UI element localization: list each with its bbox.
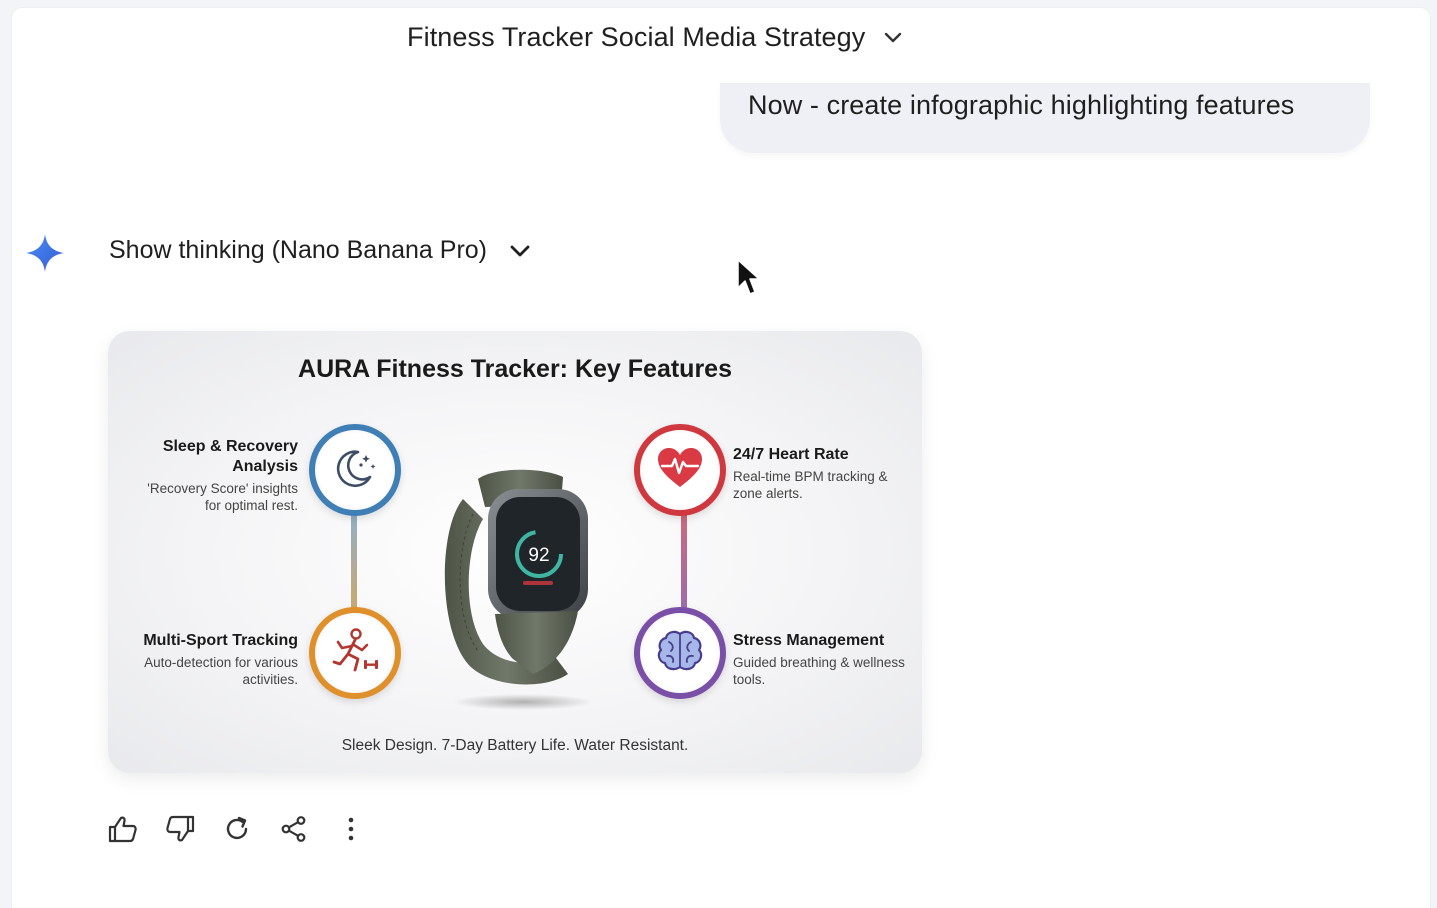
show-thinking-label: Show thinking (Nano Banana Pro)	[109, 236, 488, 264]
share-icon	[280, 815, 308, 848]
runner-icon	[328, 626, 382, 681]
chat-title-dropdown[interactable]: Fitness Tracker Social Media Strategy	[407, 22, 903, 53]
chevron-down-icon	[509, 236, 531, 265]
heart-feature-text: 24/7 Heart Rate Real-time BPM tracking &…	[733, 445, 903, 502]
gemini-spark-icon	[24, 232, 66, 279]
infographic-footer-text: Sleek Design. 7-Day Battery Life. Water …	[341, 737, 689, 754]
sport-feature-circle	[309, 607, 401, 699]
chat-window: Fitness Tracker Social Media Strategy No…	[12, 8, 1430, 908]
response-actions	[108, 814, 366, 848]
infographic-title: AURA Fitness Tracker: Key Features	[298, 355, 732, 383]
brain-icon	[655, 628, 705, 679]
share-button[interactable]	[279, 814, 309, 848]
user-message-text: Now - create infographic highlighting fe…	[748, 90, 1295, 120]
show-thinking-toggle[interactable]: Show thinking (Nano Banana Pro)	[109, 236, 531, 265]
watch-screen-reading: 92	[528, 545, 549, 566]
moon-stars-icon	[330, 443, 380, 498]
generated-infographic-image[interactable]: AURA Fitness Tracker: Key Features Sleep…	[108, 331, 922, 773]
regenerate-button[interactable]	[222, 814, 252, 848]
chevron-down-icon	[883, 31, 903, 45]
heart-pulse-icon	[654, 444, 706, 497]
sleep-feature-text: Sleep & Recovery Analysis 'Recovery Scor…	[130, 437, 298, 514]
thumbs-up-icon	[108, 815, 138, 848]
user-message-bubble: Now - create infographic highlighting fe…	[720, 83, 1370, 153]
stress-feature-desc: Guided breathing & wellness tools.	[733, 655, 905, 687]
fitness-tracker-watch-image: 92	[433, 459, 603, 724]
heart-feature-circle	[634, 424, 726, 516]
sleep-feature-desc: 'Recovery Score' insights for optimal re…	[147, 481, 298, 513]
refresh-icon	[223, 815, 251, 848]
sport-feature-desc: Auto-detection for various activities.	[144, 655, 298, 687]
sleep-feature-circle	[309, 424, 401, 516]
sleep-feature-title: Sleep & Recovery Analysis	[162, 438, 298, 475]
sport-feature-title: Multi-Sport Tracking	[143, 632, 298, 649]
thumbs-down-icon	[165, 815, 195, 848]
mouse-cursor-icon	[736, 258, 762, 303]
heart-feature-desc: Real-time BPM tracking & zone alerts.	[733, 469, 888, 501]
stress-feature-title: Stress Management	[733, 632, 885, 649]
stress-feature-circle	[634, 607, 726, 699]
more-vertical-icon	[346, 816, 356, 847]
stress-feature-text: Stress Management Guided breathing & wel…	[733, 631, 905, 688]
thumbs-down-button[interactable]	[165, 814, 195, 848]
heart-feature-title: 24/7 Heart Rate	[733, 446, 849, 463]
thumbs-up-button[interactable]	[108, 814, 138, 848]
chat-title: Fitness Tracker Social Media Strategy	[407, 22, 866, 52]
sport-feature-text: Multi-Sport Tracking Auto-detection for …	[130, 631, 298, 688]
more-options-button[interactable]	[336, 814, 366, 848]
